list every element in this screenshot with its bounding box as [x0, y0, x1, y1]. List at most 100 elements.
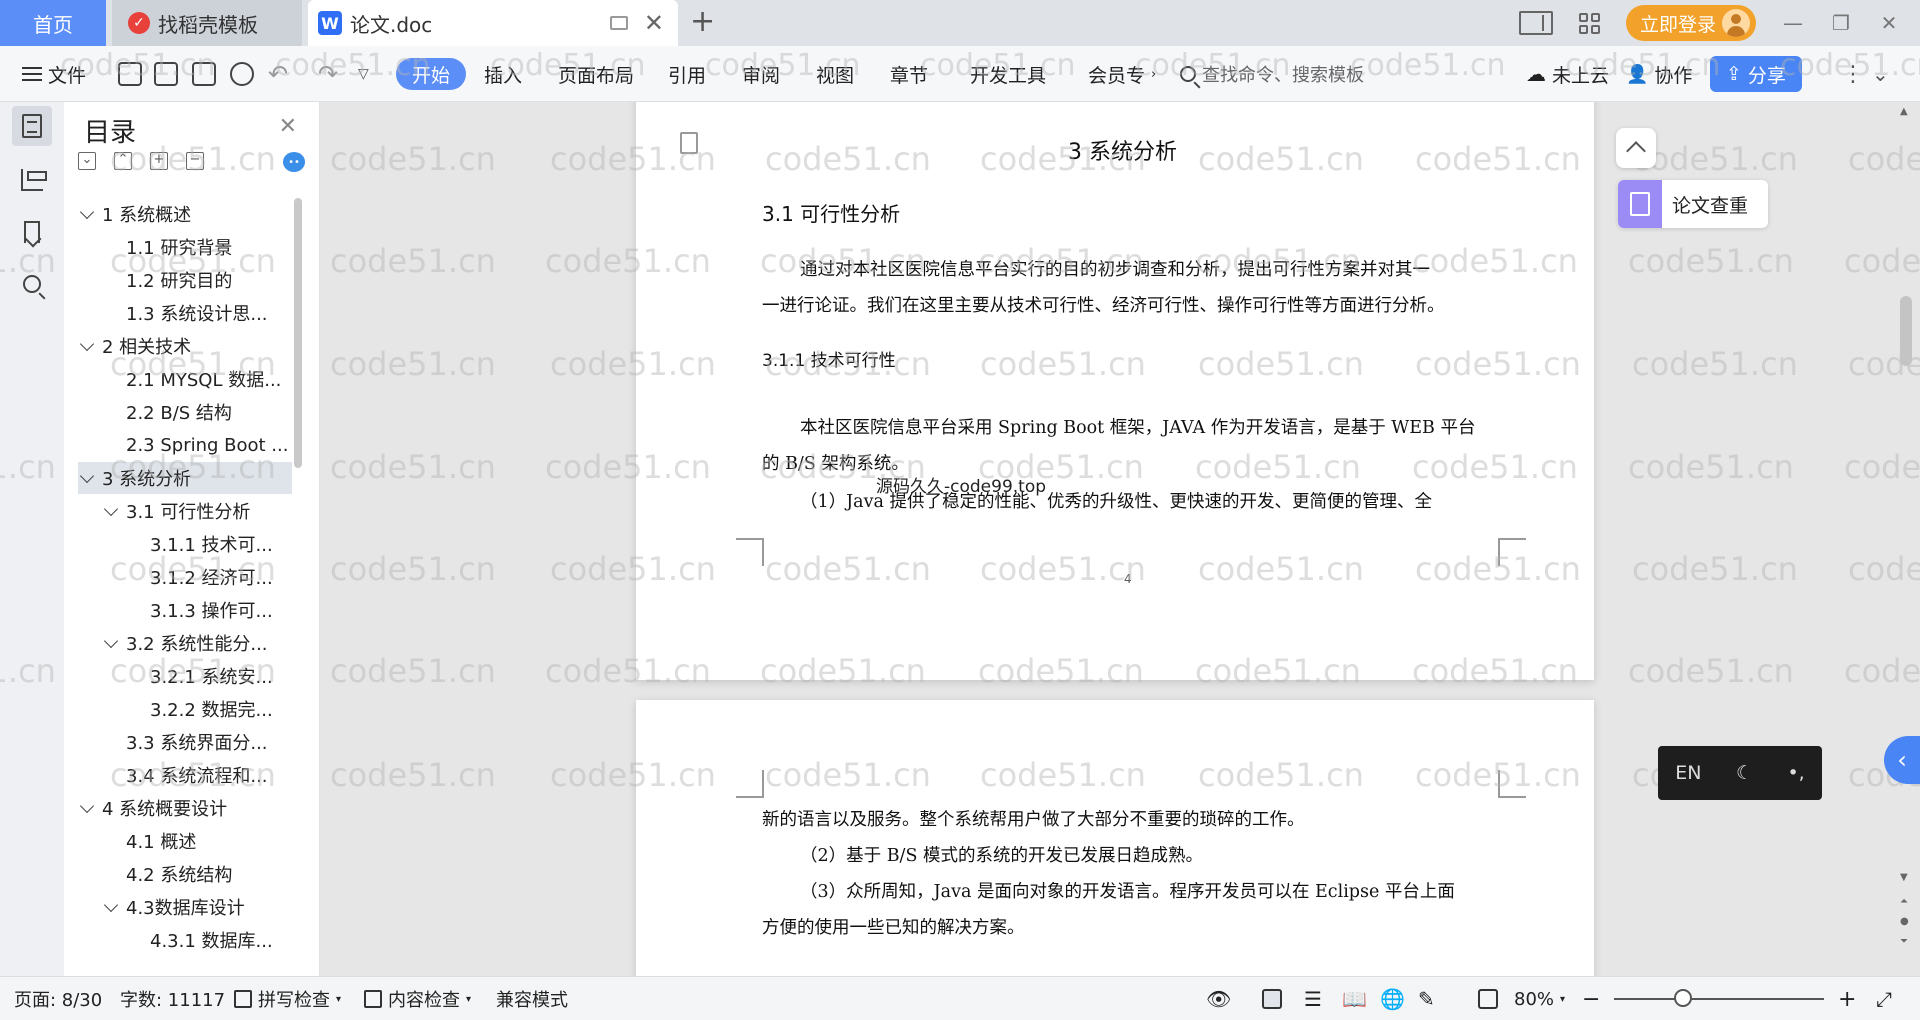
find-icon[interactable] [12, 264, 52, 304]
spell-check[interactable]: 拼写检查 ▾ [234, 977, 341, 1020]
scroll-up-arrow-icon[interactable]: ▲ [1900, 106, 1908, 117]
toc-item[interactable]: 3.2 系统性能分... [64, 627, 288, 659]
page-indicator[interactable]: 页面: 8/30 [14, 977, 102, 1020]
document-page[interactable]: 3 系统分析 3.1 可行性分析 通过对本社区医院信息平台实行的目的初步调查和分… [636, 102, 1594, 680]
toc-item[interactable]: 1 系统概述 [64, 198, 288, 230]
toc-item[interactable]: 1.2 研究目的 [64, 264, 288, 296]
menu-developer[interactable]: 开发工具 [970, 46, 1046, 102]
menu-page-layout[interactable]: 页面布局 [558, 46, 634, 102]
cloud-status[interactable]: ☁ 未上云 [1526, 46, 1609, 102]
undo-icon[interactable]: ↶ [268, 46, 288, 102]
zoom-slider[interactable] [1614, 998, 1824, 1000]
chevron-down-icon[interactable] [103, 633, 119, 648]
restore-icon[interactable]: ❐ [1830, 11, 1852, 35]
outline-view-icon[interactable]: ☰ [1304, 977, 1322, 1020]
fit-page-icon[interactable] [1478, 977, 1498, 1020]
page-select-icon[interactable]: ● [1900, 916, 1909, 927]
chevron-down-icon[interactable] [79, 336, 95, 351]
toc-scrollbar[interactable] [294, 198, 302, 468]
toc-item[interactable]: 3.2.1 系统安... [64, 660, 288, 692]
add-heading-icon[interactable]: + [150, 152, 168, 170]
zoom-out-icon[interactable]: − [1582, 977, 1600, 1020]
chevron-down-icon[interactable] [79, 204, 95, 219]
apps-grid-icon[interactable] [1578, 12, 1600, 34]
expand-all-icon[interactable]: ⌄ [78, 152, 96, 170]
tab-document[interactable]: W 论文.doc ✕ [308, 0, 678, 46]
toc-item[interactable]: 3.1.1 技术可... [64, 528, 288, 560]
toc-item[interactable]: 3.1.3 操作可... [64, 594, 288, 626]
toc-item[interactable]: 3 系统分析 [78, 462, 292, 494]
zoom-slider-thumb[interactable] [1674, 989, 1692, 1007]
more-icon[interactable]: ⋮ [1842, 46, 1864, 102]
content-check[interactable]: 内容检查 ▾ [364, 977, 471, 1020]
punctuation-icon[interactable]: •, [1787, 762, 1804, 784]
page-up-icon[interactable]: ⏶ [1900, 896, 1908, 907]
export-pdf-icon[interactable] [154, 46, 178, 102]
plagiarism-check-button[interactable]: 论文查重 [1618, 180, 1768, 228]
screen-icon[interactable] [609, 16, 628, 30]
chevron-down-icon[interactable] [79, 468, 95, 483]
reading-view-icon[interactable]: 📖 [1342, 977, 1367, 1020]
scroll-thumb[interactable] [1900, 296, 1912, 366]
collapse-all-icon[interactable]: ⌃ [114, 152, 132, 170]
toc-item[interactable]: 2 相关技术 [64, 330, 288, 362]
menu-review[interactable]: 审阅 [742, 46, 780, 102]
close-window-icon[interactable]: ✕ [1878, 11, 1900, 35]
bookmark-icon[interactable] [12, 212, 52, 252]
menu-insert[interactable]: 插入 [484, 46, 522, 102]
menu-view[interactable]: 视图 [816, 46, 854, 102]
page-down-icon[interactable]: ⏷ [1900, 936, 1908, 947]
toc-item[interactable]: 2.2 B/S 结构 [64, 396, 288, 428]
page-view-icon[interactable] [1262, 977, 1282, 1020]
fullscreen-icon[interactable]: ⤢ [1876, 977, 1892, 1020]
remove-heading-icon[interactable]: − [186, 152, 204, 170]
toc-item[interactable]: 4 系统概要设计 [64, 792, 288, 824]
toc-item[interactable]: 1.3 系统设计思... [64, 297, 288, 329]
tab-home[interactable]: 首页 [0, 0, 106, 46]
share-button[interactable]: ⇪ 分享 [1710, 56, 1802, 92]
scroll-up-button[interactable] [1616, 128, 1656, 168]
collab-button[interactable]: 👤 协作 [1626, 46, 1692, 102]
word-count[interactable]: 字数: 11117 [120, 977, 225, 1020]
chevron-down-icon[interactable] [79, 798, 95, 813]
tab-template[interactable]: ✓ 找稻壳模板 [112, 0, 302, 46]
toc-item[interactable]: 4.2 系统结构 [64, 858, 288, 890]
menu-chapter[interactable]: 章节 [890, 46, 928, 102]
ime-toolbar[interactable]: EN ☾ •, [1658, 746, 1822, 800]
command-search[interactable]: 查找命令、搜索模板 [1180, 46, 1364, 102]
toc-item[interactable]: 3.3 系统界面分... [64, 726, 288, 758]
menu-member[interactable]: 会员专 › [1088, 46, 1156, 102]
ime-language[interactable]: EN [1675, 762, 1701, 784]
toc-item[interactable]: 3.4 系统流程和... [64, 759, 288, 791]
minimize-icon[interactable]: — [1782, 11, 1804, 35]
zoom-level[interactable]: 80% ▾ [1514, 977, 1565, 1020]
quick-access-dropdown-icon[interactable]: ▽ [358, 46, 369, 102]
toc-item[interactable]: 3.1 可行性分析 [64, 495, 288, 527]
ai-assistant-icon[interactable]: •• [283, 152, 305, 172]
eye-protect-icon[interactable]: 👁 [1206, 977, 1231, 1020]
toc-item[interactable]: 2.1 MYSQL 数据... [64, 363, 288, 395]
layout-icon[interactable] [1518, 11, 1553, 35]
moon-icon[interactable]: ☾ [1736, 762, 1753, 784]
menu-references[interactable]: 引用 [668, 46, 706, 102]
toc-item[interactable]: 2.3 Spring Boot ... [64, 429, 288, 461]
scroll-down-arrow-icon[interactable]: ▼ [1900, 872, 1908, 883]
file-menu[interactable]: 文件 [22, 46, 86, 102]
vertical-scrollbar[interactable]: ▲ ▼ ⏶ ● ⏷ [1896, 106, 1916, 974]
menu-start[interactable]: 开始 [396, 58, 467, 90]
zoom-in-icon[interactable]: + [1838, 977, 1856, 1020]
chevron-down-icon[interactable] [103, 501, 119, 516]
toc-item[interactable]: 1.1 研究背景 [64, 231, 288, 263]
toc-item[interactable]: 4.3.1 数据库... [64, 924, 288, 956]
close-icon[interactable]: ✕ [279, 114, 297, 139]
collapse-ribbon-icon[interactable]: ⌄ [1872, 46, 1889, 102]
close-tab-icon[interactable]: ✕ [644, 9, 664, 37]
redo-icon[interactable]: ↷ [318, 46, 338, 102]
page-doc-icon[interactable] [680, 132, 698, 154]
toc-item[interactable]: 4.3数据库设计 [64, 891, 288, 923]
save-icon[interactable] [118, 46, 142, 102]
write-mode-icon[interactable]: ✎ [1418, 977, 1435, 1020]
new-tab-button[interactable]: + [690, 4, 715, 39]
document-page[interactable]: 新的语言以及服务。整个系统帮用户做了大部分不重要的琐碎的工作。 （2）基于 B/… [636, 700, 1594, 976]
chevron-down-icon[interactable] [103, 897, 119, 912]
